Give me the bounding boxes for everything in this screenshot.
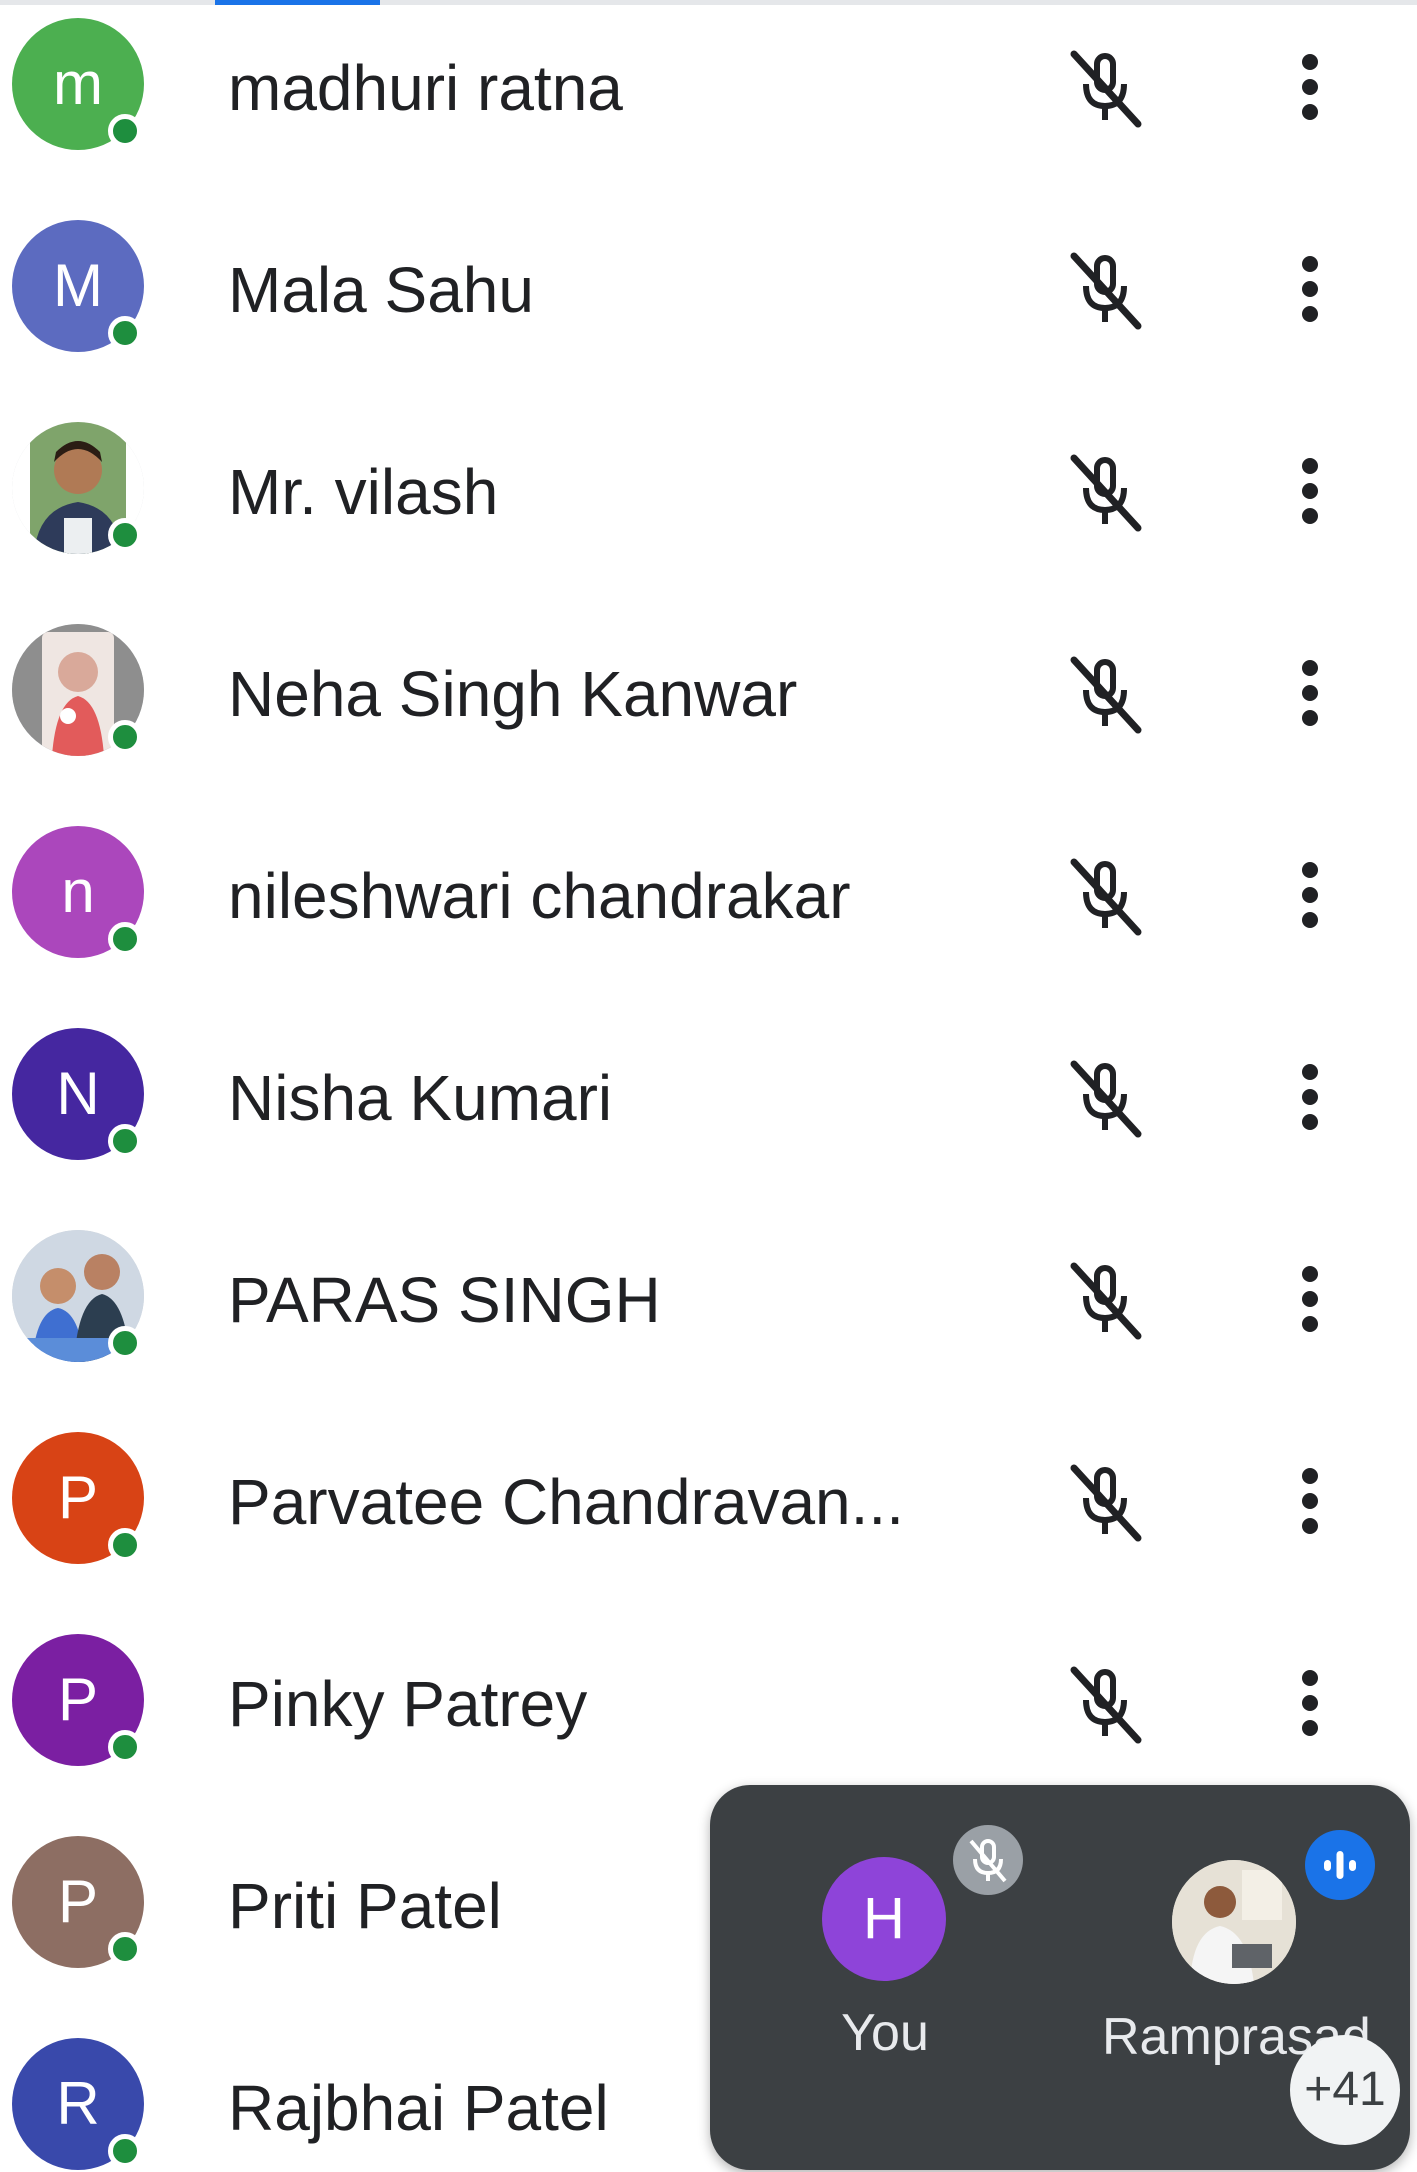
more-options-dot (1302, 79, 1318, 95)
online-presence-icon (108, 316, 142, 350)
participant-row[interactable]: Neha Singh Kanwar (0, 610, 1417, 810)
mic-off-icon (1060, 1658, 1150, 1748)
more-options-dot (1302, 1670, 1318, 1686)
ramprasad-avatar (1172, 1860, 1296, 1984)
online-presence-icon (108, 114, 142, 148)
mic-off-icon (1060, 42, 1150, 132)
participant-name: nileshwari chandrakar (228, 860, 851, 932)
mic-off-icon (1060, 446, 1150, 536)
online-presence-icon (108, 720, 142, 754)
more-options-icon[interactable] (1290, 850, 1330, 940)
participant-name: PARAS SINGH (228, 1264, 661, 1336)
more-options-icon[interactable] (1290, 1658, 1330, 1748)
more-options-icon[interactable] (1290, 1052, 1330, 1142)
participant-row[interactable]: P Parvatee Chandravan... (0, 1418, 1417, 1618)
more-options-dot (1302, 1493, 1318, 1509)
participant-name: Parvatee Chandravan... (228, 1466, 904, 1538)
more-options-dot (1302, 256, 1318, 272)
more-options-dot (1302, 1266, 1318, 1282)
participant-name: Priti Patel (228, 1870, 502, 1942)
self-mic-off-icon (953, 1825, 1023, 1895)
more-options-dot (1302, 1291, 1318, 1307)
participant-row[interactable]: PARAS SINGH (0, 1216, 1417, 1416)
participant-name: Mala Sahu (228, 254, 534, 326)
more-options-dot (1302, 1089, 1318, 1105)
more-options-dot (1302, 54, 1318, 70)
more-options-icon[interactable] (1290, 1254, 1330, 1344)
more-options-icon[interactable] (1290, 42, 1330, 132)
mic-off-icon (1060, 850, 1150, 940)
participant-name: Mr. vilash (228, 456, 499, 528)
participants-screen: m madhuri ratna M Mala Sahu Mr. vilash Neha S… (0, 0, 1417, 2172)
online-presence-icon (108, 1528, 142, 1562)
more-options-dot (1302, 306, 1318, 322)
more-options-dot (1302, 862, 1318, 878)
online-presence-icon (108, 1326, 142, 1360)
floating-call-tile[interactable]: H You Ramprasad +41 (710, 1785, 1410, 2170)
more-options-icon[interactable] (1290, 1456, 1330, 1546)
mic-off-icon (1060, 1254, 1150, 1344)
online-presence-icon (108, 1730, 142, 1764)
speaking-indicator-icon (1305, 1830, 1375, 1900)
more-options-dot (1302, 1468, 1318, 1484)
more-options-dot (1302, 685, 1318, 701)
more-participants-badge[interactable]: +41 (1290, 2035, 1400, 2145)
more-options-dot (1302, 281, 1318, 297)
more-options-dot (1302, 104, 1318, 120)
more-options-dot (1302, 1064, 1318, 1080)
more-options-icon[interactable] (1290, 446, 1330, 536)
participant-row[interactable]: N Nisha Kumari (0, 1014, 1417, 1214)
participant-row[interactable]: n nileshwari chandrakar (0, 812, 1417, 1012)
online-presence-icon (108, 922, 142, 956)
participant-name: Neha Singh Kanwar (228, 658, 798, 730)
more-options-dot (1302, 458, 1318, 474)
participant-name: madhuri ratna (228, 52, 623, 124)
more-options-dot (1302, 1316, 1318, 1332)
online-presence-icon (108, 1124, 142, 1158)
participant-name: Nisha Kumari (228, 1062, 613, 1134)
self-avatar: H (822, 1857, 946, 1981)
mic-off-icon (1060, 648, 1150, 738)
online-presence-icon (108, 1932, 142, 1966)
more-options-dot (1302, 508, 1318, 524)
participant-row[interactable]: Mr. vilash (0, 408, 1417, 608)
participant-name: Rajbhai Patel (228, 2072, 609, 2144)
online-presence-icon (108, 2134, 142, 2168)
more-options-dot (1302, 1114, 1318, 1130)
participant-row[interactable]: m madhuri ratna (0, 4, 1417, 204)
more-options-dot (1302, 887, 1318, 903)
mic-off-icon (1060, 244, 1150, 334)
more-options-dot (1302, 483, 1318, 499)
participant-row[interactable]: M Mala Sahu (0, 206, 1417, 406)
mic-off-icon (1060, 1052, 1150, 1142)
more-options-icon[interactable] (1290, 244, 1330, 334)
participant-name: Pinky Patrey (228, 1668, 588, 1740)
more-options-dot (1302, 912, 1318, 928)
more-options-icon[interactable] (1290, 648, 1330, 738)
more-options-dot (1302, 660, 1318, 676)
online-presence-icon (108, 518, 142, 552)
self-label: You (841, 2004, 929, 2062)
more-options-dot (1302, 1695, 1318, 1711)
mic-off-icon (1060, 1456, 1150, 1546)
more-options-dot (1302, 1720, 1318, 1736)
more-options-dot (1302, 710, 1318, 726)
more-options-dot (1302, 1518, 1318, 1534)
